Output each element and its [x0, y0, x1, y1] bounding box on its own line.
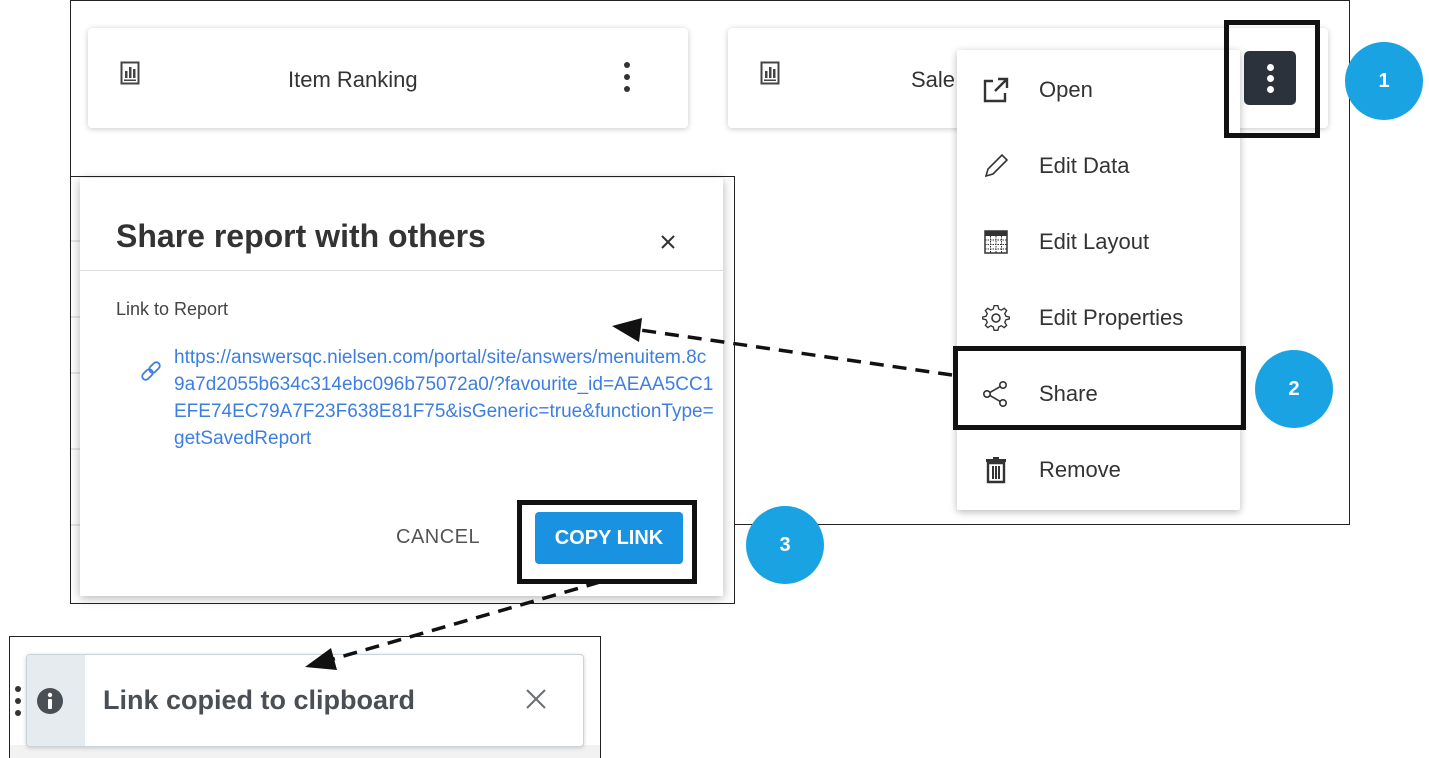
menu-item-label: Open — [1039, 77, 1093, 102]
report-tile-item-ranking[interactable]: Item Ranking — [88, 28, 688, 128]
toast-message: Link copied to clipboard — [103, 685, 416, 715]
info-icon — [37, 688, 63, 714]
kebab-menu-icon — [15, 686, 21, 716]
trash-icon — [986, 457, 1006, 484]
report-chart-icon — [760, 61, 780, 85]
step-badge-2: 2 — [1255, 350, 1333, 428]
dialog-title: Share report with others — [116, 218, 486, 254]
menu-item-label: Edit Layout — [1039, 229, 1150, 254]
report-chart-icon — [120, 61, 140, 85]
highlight-copy-link — [517, 500, 697, 584]
menu-item-edit-layout[interactable]: Edit Layout — [957, 204, 1240, 280]
close-icon[interactable] — [524, 687, 548, 711]
menu-item-edit-properties[interactable]: Edit Properties — [957, 280, 1240, 356]
link-label: Link to Report — [116, 299, 229, 319]
layout-grid-icon — [984, 230, 1008, 254]
menu-item-label: Remove — [1039, 457, 1121, 482]
menu-item-remove[interactable]: Remove — [957, 432, 1240, 508]
tutorial-composite: Item Ranking Sale Open Edit Data Edit La… — [0, 0, 1429, 758]
step-badge-3: 3 — [746, 506, 824, 584]
kebab-menu-icon[interactable] — [622, 60, 632, 94]
close-icon[interactable] — [654, 228, 682, 256]
context-menu: Open Edit Data Edit Layout Edit Properti… — [957, 50, 1240, 510]
menu-item-label: Edit Data — [1039, 153, 1130, 178]
step-badge-1: 1 — [1345, 42, 1423, 120]
tile-title: Sale — [911, 67, 956, 92]
highlight-share-item — [953, 346, 1246, 430]
tile-title: Item Ranking — [288, 67, 418, 92]
toast-notification: Link copied to clipboard — [26, 654, 584, 747]
dialog-divider — [80, 270, 723, 271]
menu-item-open[interactable]: Open — [957, 52, 1240, 128]
link-icon — [141, 361, 161, 381]
report-link[interactable]: https://answersqc.nielsen.com/portal/sit… — [174, 344, 714, 452]
open-external-icon — [983, 77, 1009, 103]
pencil-icon — [984, 153, 1009, 178]
cancel-button[interactable]: CANCEL — [396, 526, 480, 549]
gear-icon — [982, 304, 1010, 331]
menu-item-label: Edit Properties — [1039, 305, 1184, 330]
highlight-kebab-button — [1224, 20, 1320, 138]
menu-item-edit-data[interactable]: Edit Data — [957, 128, 1240, 204]
